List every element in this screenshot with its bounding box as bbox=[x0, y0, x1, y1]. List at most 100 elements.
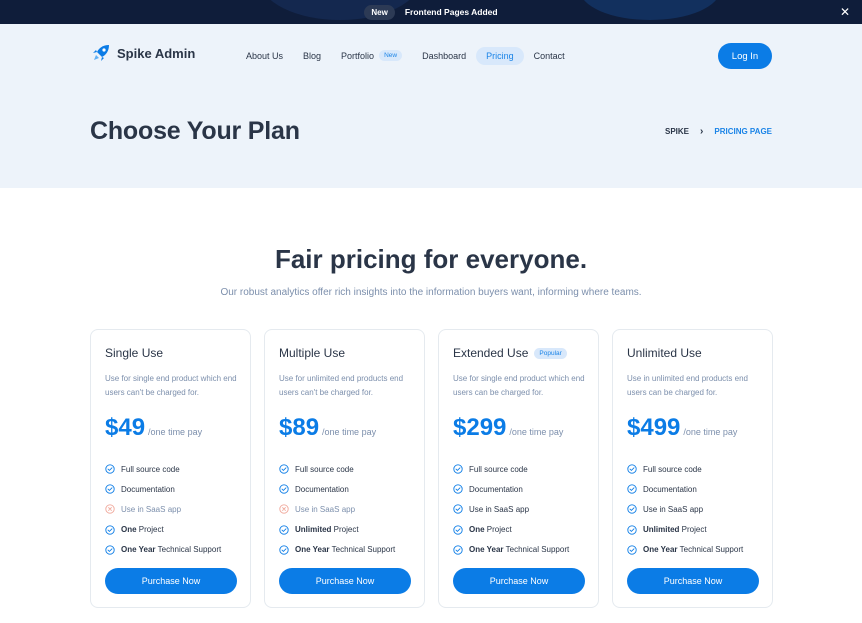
purchase-now-button[interactable]: Purchase Now bbox=[627, 568, 759, 594]
plan-name: Unlimited Use bbox=[627, 346, 702, 360]
feature-label: Full source code bbox=[643, 464, 702, 474]
check-circle-icon bbox=[453, 504, 463, 515]
nav-item-blog[interactable]: Blog bbox=[293, 47, 331, 65]
feature-text: Documentation bbox=[643, 485, 697, 494]
feature-emphasis: Unlimited bbox=[643, 525, 680, 535]
feature-text: Use in SaaS app bbox=[643, 505, 703, 514]
feature-list: Full source code Documentation Use in SaaS… bbox=[627, 459, 743, 560]
x-circle-icon bbox=[105, 504, 115, 515]
feature-label: Documentation bbox=[121, 484, 175, 494]
feature-list: Full source code Documentation Use in SaaS… bbox=[453, 459, 569, 560]
nav-label: Contact bbox=[533, 50, 565, 61]
brand-name: Spike Admin bbox=[117, 45, 196, 61]
nav-item-about-us[interactable]: About Us bbox=[236, 47, 293, 65]
feature-item: One Year Technical Support bbox=[105, 540, 221, 560]
feature-item: Full source code bbox=[105, 459, 221, 479]
nav-item-pricing[interactable]: Pricing bbox=[476, 46, 524, 65]
feature-text: Full source code bbox=[469, 465, 528, 474]
feature-text: Documentation bbox=[469, 485, 523, 494]
close-icon[interactable]: ✕ bbox=[840, 5, 850, 19]
feature-emphasis: One Year bbox=[121, 545, 156, 555]
feature-label: Documentation bbox=[295, 484, 349, 494]
main-nav: About Us Blog Portfolio New Dashboard Pri… bbox=[236, 46, 575, 65]
feature-label: Use in SaaS app bbox=[295, 504, 356, 514]
popular-badge: Popular bbox=[534, 347, 567, 359]
nav-label: Portfolio bbox=[341, 50, 375, 61]
feature-text: One Year Technical Support bbox=[121, 545, 221, 554]
nav-label: About Us bbox=[246, 50, 284, 61]
plan-name-label: Multiple Use bbox=[279, 346, 346, 360]
announcement-bar: New Frontend Pages Added ✕ bbox=[0, 0, 862, 24]
feature-emphasis: One bbox=[469, 525, 485, 535]
plan-name-label: Extended Use bbox=[453, 346, 529, 360]
plan-description: Use for single end product which end use… bbox=[453, 374, 585, 397]
feature-item: Documentation bbox=[279, 479, 395, 499]
feature-label: Project bbox=[136, 525, 164, 535]
new-badge: New bbox=[379, 50, 403, 61]
plan-name: Extended Use Popular bbox=[453, 346, 567, 360]
check-circle-icon bbox=[105, 525, 115, 535]
feature-label: Full source code bbox=[121, 464, 180, 474]
feature-list: Full source code Documentation Use in SaaS… bbox=[105, 459, 221, 560]
feature-item: Full source code bbox=[453, 459, 569, 479]
plan-period: /one time pay bbox=[683, 427, 738, 437]
feature-item: Use in SaaS app bbox=[453, 499, 569, 519]
check-circle-icon bbox=[105, 545, 115, 555]
plan-price: $299 bbox=[453, 414, 507, 441]
plan-description: Use for single end product which end use… bbox=[105, 374, 237, 397]
check-circle-icon bbox=[279, 464, 289, 474]
page-header: Spike Admin About Us Blog Portfolio New D… bbox=[0, 24, 862, 188]
check-circle-icon bbox=[279, 484, 289, 494]
plan-price: $499 bbox=[627, 414, 681, 441]
plan-card-multiple-use: Multiple Use Use for unlimited end produ… bbox=[264, 329, 425, 608]
feature-item: One Project bbox=[453, 520, 569, 540]
feature-label: Documentation bbox=[643, 484, 697, 494]
feature-item: Documentation bbox=[105, 479, 221, 499]
check-circle-icon bbox=[453, 525, 463, 535]
check-circle-icon bbox=[453, 464, 463, 474]
feature-emphasis: One Year bbox=[643, 545, 678, 555]
plan-period: /one time pay bbox=[322, 427, 377, 437]
feature-label: Use in SaaS app bbox=[121, 504, 182, 514]
feature-item: One Year Technical Support bbox=[627, 540, 743, 560]
feature-item: Use in SaaS app bbox=[105, 499, 221, 519]
feature-item: Documentation bbox=[627, 479, 743, 499]
purchase-now-button[interactable]: Purchase Now bbox=[105, 568, 237, 594]
feature-label: Documentation bbox=[469, 484, 523, 494]
plan-price: $89 bbox=[279, 414, 320, 441]
page-title: Choose Your Plan bbox=[90, 117, 300, 145]
breadcrumb-home-link[interactable]: SPIKE bbox=[665, 127, 689, 136]
pricing-heading: Fair pricing for everyone. bbox=[274, 244, 588, 274]
feature-item: One Year Technical Support bbox=[279, 540, 395, 560]
feature-label: Project bbox=[331, 525, 359, 535]
feature-label: Technical Support bbox=[155, 545, 222, 555]
feature-label: Technical Support bbox=[677, 545, 744, 555]
decorative-shape bbox=[260, 0, 420, 20]
purchase-now-button[interactable]: Purchase Now bbox=[453, 568, 585, 594]
plan-card-single-use: Single Use Use for single end product wh… bbox=[90, 329, 251, 608]
feature-emphasis: One bbox=[121, 525, 137, 535]
feature-text: Use in SaaS app bbox=[469, 505, 529, 514]
feature-label: Use in SaaS app bbox=[469, 504, 530, 514]
check-circle-icon bbox=[279, 525, 289, 535]
feature-label: Full source code bbox=[469, 464, 528, 474]
nav-item-portfolio[interactable]: Portfolio New bbox=[331, 46, 412, 65]
feature-emphasis: One Year bbox=[295, 545, 330, 555]
feature-text: Documentation bbox=[121, 485, 175, 494]
feature-text: One Project bbox=[121, 525, 164, 534]
check-circle-icon bbox=[105, 484, 115, 494]
logo[interactable]: Spike Admin bbox=[91, 43, 195, 63]
nav-label: Pricing bbox=[486, 50, 514, 61]
announcement-message[interactable]: Frontend Pages Added bbox=[405, 7, 498, 17]
nav-item-dashboard[interactable]: Dashboard bbox=[412, 47, 476, 65]
plan-name-label: Unlimited Use bbox=[627, 346, 702, 360]
feature-text: Full source code bbox=[121, 465, 180, 474]
purchase-now-button[interactable]: Purchase Now bbox=[279, 568, 411, 594]
breadcrumb: SPIKE › PRICING PAGE bbox=[665, 126, 772, 137]
feature-item: Use in SaaS app bbox=[279, 499, 395, 519]
check-circle-icon bbox=[627, 545, 637, 555]
feature-item: One Project bbox=[105, 520, 221, 540]
login-button[interactable]: Log In bbox=[718, 43, 772, 69]
nav-item-contact[interactable]: Contact bbox=[524, 47, 575, 65]
feature-text: Unlimited Project bbox=[643, 525, 707, 534]
